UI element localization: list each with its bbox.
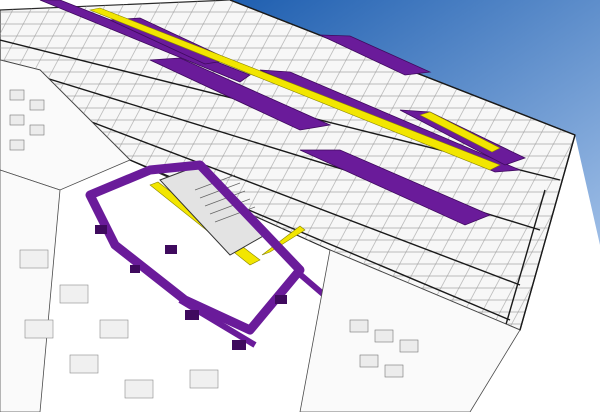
bim-3d-viewport[interactable] [0,0,600,412]
